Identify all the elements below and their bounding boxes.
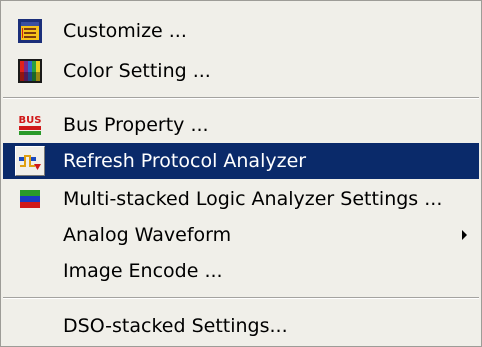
menu-item-image-encode[interactable]: Image Encode ... xyxy=(3,253,479,289)
menu-separator xyxy=(3,297,479,299)
menu-item-bus-property[interactable]: BUS Bus Property ... xyxy=(3,107,479,143)
customize-icon xyxy=(18,19,42,43)
logic-analyzer-icon xyxy=(20,190,40,208)
menu-item-dso-stacked-settings[interactable]: DSO-stacked Settings... xyxy=(3,308,479,344)
menu-item-color-setting[interactable]: Color Setting ... xyxy=(3,53,479,89)
menu-item-label: Color Setting ... xyxy=(63,60,211,82)
menu-item-label: Bus Property ... xyxy=(63,114,209,136)
color-setting-icon xyxy=(18,59,42,83)
submenu-arrow-icon xyxy=(462,230,467,240)
menu-item-refresh-protocol-analyzer[interactable]: Refresh Protocol Analyzer xyxy=(3,143,479,179)
context-menu: Customize ... Color Setting ... BUS Bus … xyxy=(0,0,482,347)
menu-item-label: Analog Waveform xyxy=(63,224,232,246)
menu-item-customize[interactable]: Customize ... xyxy=(3,13,479,49)
bus-property-icon: BUS xyxy=(19,115,42,135)
menu-item-label: Customize ... xyxy=(63,20,187,42)
menu-item-label: Refresh Protocol Analyzer xyxy=(63,150,307,172)
menu-item-label: DSO-stacked Settings... xyxy=(63,315,288,337)
menu-item-label: Multi-stacked Logic Analyzer Settings ..… xyxy=(63,188,443,210)
menu-item-analog-waveform[interactable]: Analog Waveform xyxy=(3,217,479,253)
menu-separator xyxy=(3,97,479,99)
protocol-analyzer-icon xyxy=(19,155,41,170)
menu-item-multi-stacked-logic-analyzer-settings[interactable]: Multi-stacked Logic Analyzer Settings ..… xyxy=(3,181,479,217)
bus-icon-text: BUS xyxy=(19,115,42,126)
menu-item-label: Image Encode ... xyxy=(63,260,223,282)
